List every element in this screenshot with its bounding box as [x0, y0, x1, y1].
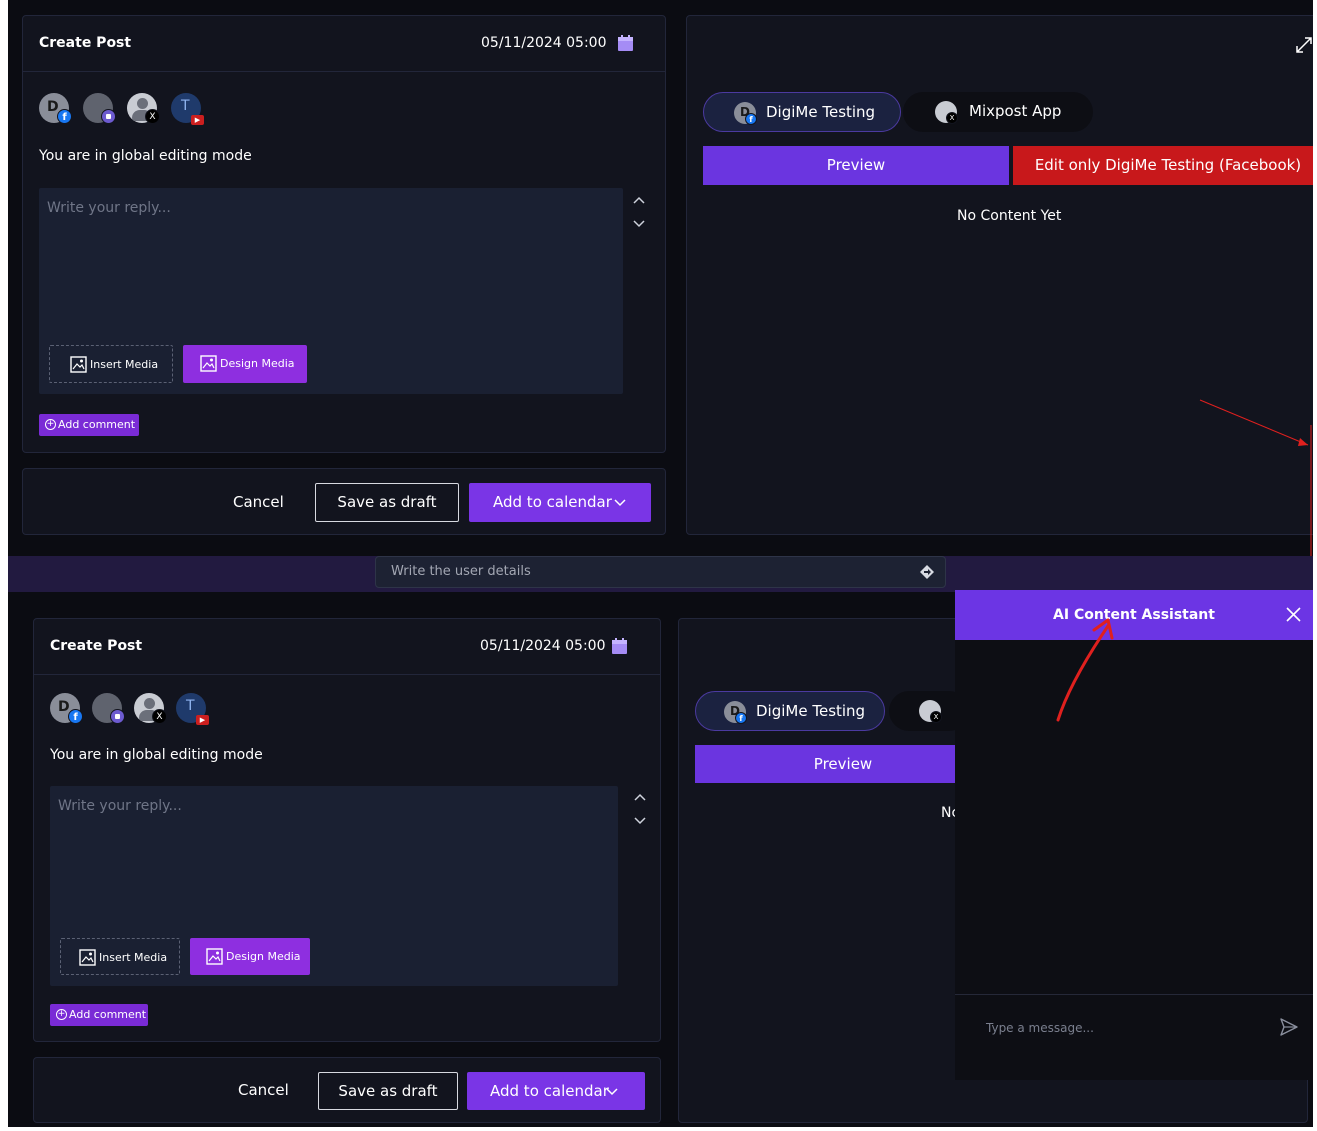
tab-digime-testing[interactable]: D f DigiMe Testing: [703, 92, 901, 132]
insert-media-button[interactable]: Insert Media: [49, 345, 173, 383]
directions-icon[interactable]: [919, 564, 935, 580]
avatar: X: [935, 101, 958, 124]
user-details-input[interactable]: Write the user details: [375, 556, 946, 588]
plus-circle-icon: +: [45, 419, 56, 430]
image-icon: [70, 356, 87, 373]
plus-circle-icon: +: [56, 1009, 67, 1020]
chat-message-input[interactable]: Type a message...: [986, 1021, 1094, 1035]
no-content-text: No Content Yet: [957, 208, 1062, 224]
image-icon: [79, 949, 96, 966]
add-comment-button[interactable]: + Add comment: [39, 414, 139, 436]
save-draft-button[interactable]: Save as draft: [315, 483, 459, 522]
tab-mixpost-app[interactable]: X Mixpost App: [903, 92, 1093, 132]
avatar-account-4[interactable]: T ▶: [171, 93, 204, 125]
chevron-up-icon[interactable]: [633, 196, 645, 204]
edit-only-button[interactable]: Edit only DigiMe Testing (Facebook): [1013, 146, 1313, 185]
create-post-footer: Cancel Save as draft Add to calendar: [33, 1057, 661, 1123]
cancel-button[interactable]: Cancel: [238, 1081, 289, 1099]
mastodon-icon: [101, 109, 116, 124]
calendar-icon[interactable]: [618, 35, 633, 51]
reply-editor[interactable]: Write your reply... Insert Media Design …: [39, 188, 623, 394]
x-icon: X: [145, 109, 160, 124]
post-datetime[interactable]: 05/11/2024 05:00: [481, 35, 607, 51]
avatar-account-3[interactable]: X: [127, 93, 160, 124]
avatar-account-4[interactable]: T ▶: [176, 693, 209, 725]
ai-assistant-header: AI Content Assistant: [955, 590, 1313, 640]
add-to-calendar-button[interactable]: Add to calendar: [467, 1072, 645, 1110]
send-icon[interactable]: [1279, 1017, 1299, 1037]
save-draft-button[interactable]: Save as draft: [318, 1072, 458, 1110]
global-mode-text: You are in global editing mode: [50, 747, 263, 763]
image-icon: [206, 948, 223, 965]
calendar-icon[interactable]: [612, 638, 627, 654]
reply-editor[interactable]: Write your reply... Insert Media Design …: [50, 786, 618, 986]
image-icon: [200, 355, 217, 372]
avatar-account-1[interactable]: D f: [50, 693, 83, 724]
create-post-header: Create Post 05/11/2024 05:00: [34, 619, 660, 675]
chevron-up-icon[interactable]: [634, 793, 646, 801]
facebook-icon: f: [735, 712, 747, 724]
insert-media-button[interactable]: Insert Media: [60, 938, 180, 975]
mastodon-icon: [110, 709, 125, 724]
ai-assistant-panel: AI Content Assistant Type a message...: [955, 590, 1313, 1080]
add-to-calendar-button[interactable]: Add to calendar: [469, 483, 651, 522]
chevron-down-icon: [614, 499, 626, 507]
annotation-arrow-icon: [1056, 618, 1114, 722]
create-post-card: Create Post 05/11/2024 05:00 D f X T ▶ Y…: [22, 15, 666, 453]
design-media-button[interactable]: Design Media: [183, 345, 307, 383]
post-datetime[interactable]: 05/11/2024 05:00: [480, 638, 606, 654]
youtube-icon: ▶: [196, 715, 209, 725]
reply-placeholder: Write your reply...: [58, 798, 182, 814]
chevron-down-icon[interactable]: [633, 220, 645, 228]
x-icon: X: [152, 709, 167, 724]
preview-button[interactable]: Preview: [695, 745, 991, 783]
avatar-account-3[interactable]: X: [134, 693, 167, 724]
create-post-header: Create Post 05/11/2024 05:00: [23, 16, 665, 72]
expand-icon[interactable]: [1295, 36, 1313, 54]
facebook-icon: f: [68, 709, 83, 724]
annotation-arrow-icon: [1199, 399, 1312, 556]
create-post-title: Create Post: [39, 35, 132, 51]
close-icon[interactable]: [1286, 607, 1301, 622]
avatar-account-2[interactable]: [83, 93, 116, 124]
create-post-title: Create Post: [50, 638, 143, 654]
avatar-account-2[interactable]: [92, 693, 125, 724]
facebook-icon: f: [745, 113, 757, 125]
chevron-down-icon: [606, 1088, 618, 1096]
avatar-account-1[interactable]: D f: [39, 93, 72, 124]
youtube-icon: ▶: [191, 115, 204, 125]
preview-button[interactable]: Preview: [703, 146, 1009, 185]
divider: [955, 994, 1313, 995]
avatar: D f: [734, 102, 757, 125]
ai-assistant-title: AI Content Assistant: [1053, 607, 1215, 623]
create-post-footer: Cancel Save as draft Add to calendar: [22, 468, 666, 535]
avatar: D f: [724, 701, 747, 724]
top-screenshot: Create Post 05/11/2024 05:00 D f X T ▶ Y…: [8, 0, 1313, 556]
global-mode-text: You are in global editing mode: [39, 148, 252, 164]
create-post-card: Create Post 05/11/2024 05:00 D f X T ▶ Y…: [33, 618, 661, 1042]
add-comment-button[interactable]: + Add comment: [50, 1004, 148, 1026]
cancel-button[interactable]: Cancel: [233, 493, 284, 511]
chevron-down-icon[interactable]: [634, 817, 646, 825]
design-media-button[interactable]: Design Media: [190, 938, 310, 975]
x-icon: X: [930, 711, 942, 723]
facebook-icon: f: [57, 109, 72, 124]
x-icon: X: [946, 112, 958, 124]
tab-digime-testing[interactable]: D f DigiMe Testing: [695, 691, 885, 731]
avatar: X: [919, 700, 942, 723]
reply-placeholder: Write your reply...: [47, 200, 171, 216]
